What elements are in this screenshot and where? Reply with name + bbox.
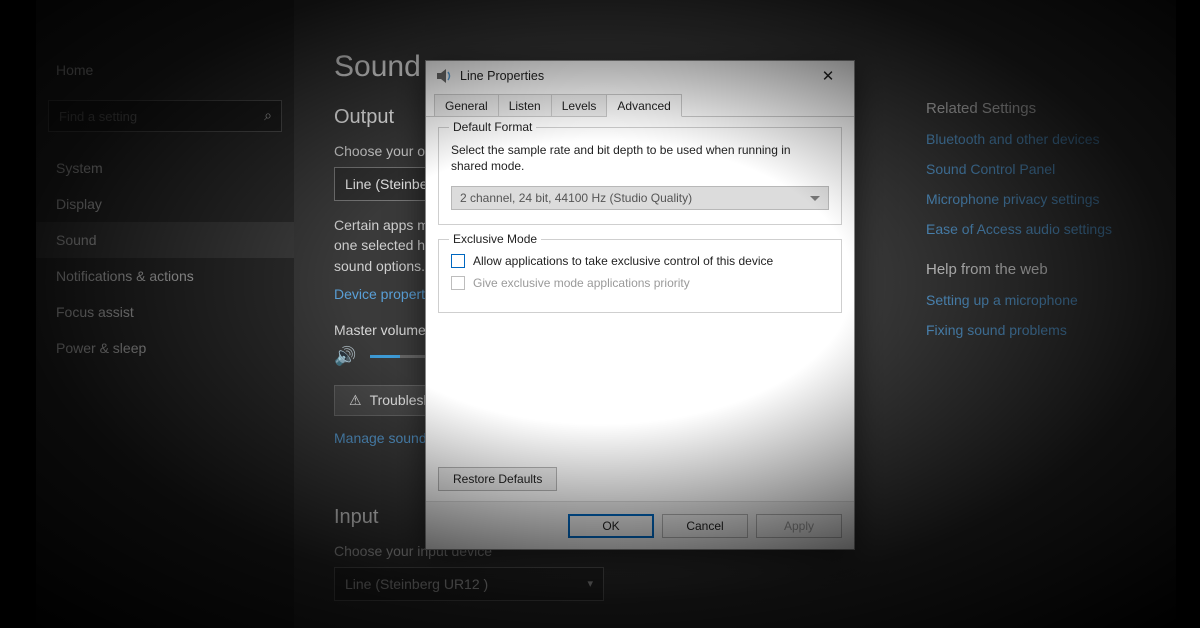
format-dropdown[interactable]: 2 channel, 24 bit, 44100 Hz (Studio Qual… (451, 186, 829, 210)
dialog-titlebar[interactable]: Line Properties ✕ (426, 61, 854, 91)
sidebar-item-focus-assist[interactable]: Focus assist (36, 294, 294, 330)
link-ease-of-access[interactable]: Ease of Access audio settings (926, 221, 1136, 237)
close-icon[interactable]: ✕ (808, 67, 848, 85)
dialog-tabstrip: General Listen Levels Advanced (426, 91, 854, 117)
link-microphone-privacy[interactable]: Microphone privacy settings (926, 191, 1136, 207)
search-icon: ⌕ (264, 107, 272, 124)
help-heading: Help from the web (926, 261, 1136, 278)
checkbox-exclusive-priority (451, 276, 465, 290)
search-input[interactable] (48, 100, 282, 132)
exclusive-control-label: Allow applications to take exclusive con… (473, 254, 773, 268)
tab-levels[interactable]: Levels (552, 94, 608, 117)
dialog-title: Line Properties (460, 69, 808, 83)
related-settings-heading: Related Settings (926, 100, 1136, 117)
sidebar-item-power-sleep[interactable]: Power & sleep (36, 330, 294, 366)
line-properties-dialog: Line Properties ✕ General Listen Levels … (425, 60, 855, 550)
speaker-icon[interactable]: 🔊 (334, 346, 356, 367)
sidebar-item-sound[interactable]: Sound (36, 222, 294, 258)
cancel-button[interactable]: Cancel (662, 514, 748, 538)
tab-advanced[interactable]: Advanced (607, 94, 681, 117)
restore-defaults-button[interactable]: Restore Defaults (438, 467, 557, 491)
speaker-device-icon (436, 68, 452, 84)
ok-button[interactable]: OK (568, 514, 654, 538)
right-column: Related Settings Bluetooth and other dev… (926, 100, 1136, 352)
chevron-down-icon (810, 196, 820, 201)
chevron-down-icon: ▾ (587, 577, 593, 590)
link-fixing-sound[interactable]: Fixing sound problems (926, 322, 1136, 338)
dialog-footer: OK Cancel Apply (426, 501, 854, 549)
apply-button[interactable]: Apply (756, 514, 842, 538)
link-sound-control-panel[interactable]: Sound Control Panel (926, 161, 1136, 177)
dialog-body: Default Format Select the sample rate an… (426, 117, 854, 501)
exclusive-control-checkbox-row[interactable]: Allow applications to take exclusive con… (451, 254, 829, 268)
sidebar-item-display[interactable]: Display (36, 186, 294, 222)
format-value: 2 channel, 24 bit, 44100 Hz (Studio Qual… (460, 191, 692, 205)
sidebar-item-notifications[interactable]: Notifications & actions (36, 258, 294, 294)
exclusive-priority-label: Give exclusive mode applications priorit… (473, 276, 690, 290)
exclusive-mode-legend: Exclusive Mode (449, 232, 541, 246)
tab-listen[interactable]: Listen (499, 94, 552, 117)
exclusive-priority-checkbox-row: Give exclusive mode applications priorit… (451, 276, 829, 290)
settings-sidebar: Home ⌕ System Display Sound Notification… (36, 0, 294, 628)
default-format-group: Default Format Select the sample rate an… (438, 127, 842, 225)
exclusive-mode-group: Exclusive Mode Allow applications to tak… (438, 239, 842, 313)
sidebar-home[interactable]: Home (36, 54, 294, 86)
link-setup-microphone[interactable]: Setting up a microphone (926, 292, 1136, 308)
warning-icon: ⚠ (349, 392, 362, 409)
checkbox-exclusive-control[interactable] (451, 254, 465, 268)
default-format-legend: Default Format (449, 120, 536, 134)
tab-general[interactable]: General (434, 94, 499, 117)
link-bluetooth[interactable]: Bluetooth and other devices (926, 131, 1136, 147)
sidebar-item-system[interactable]: System (36, 150, 294, 186)
input-device-dropdown[interactable]: Line (Steinberg UR12 ) ▾ (334, 567, 604, 601)
default-format-description: Select the sample rate and bit depth to … (451, 142, 829, 174)
input-device-value: Line (Steinberg UR12 ) (345, 576, 488, 592)
